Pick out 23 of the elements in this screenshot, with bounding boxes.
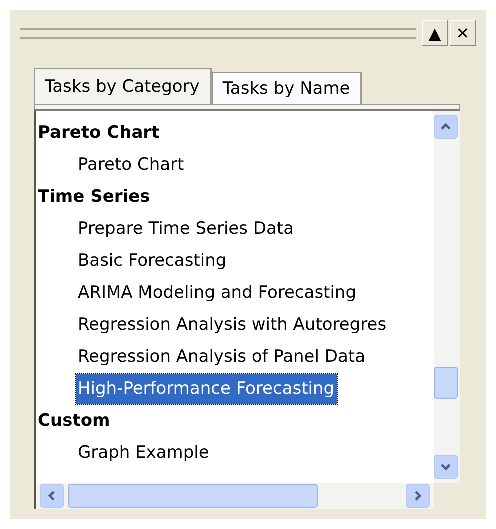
chevron-left-icon — [46, 490, 58, 502]
close-button[interactable]: ✕ — [450, 20, 476, 46]
vertical-scrollbar[interactable] — [434, 111, 460, 483]
tab[interactable]: Tasks by Category — [34, 68, 212, 104]
task-item[interactable]: Pareto Chart — [76, 150, 186, 180]
horizontal-scrollbar[interactable] — [36, 483, 434, 509]
category-heading[interactable]: Custom — [36, 405, 434, 437]
task-item[interactable]: ARIMA Modeling and Forecasting — [76, 278, 358, 308]
task-item[interactable]: Prepare Time Series Data — [76, 214, 296, 244]
task-item[interactable]: Regression Analysis of Panel Data — [76, 342, 368, 372]
task-item[interactable]: Basic Forecasting — [76, 246, 229, 276]
drag-grip[interactable] — [20, 28, 416, 38]
scroll-thumb[interactable] — [68, 484, 318, 508]
category-heading[interactable]: Time Series — [36, 181, 434, 213]
tab[interactable]: Tasks by Name — [212, 72, 362, 104]
task-item[interactable]: Graph Example — [76, 438, 212, 468]
task-item[interactable]: High-Performance Forecasting — [76, 374, 337, 404]
task-item[interactable]: Regression Analysis with Autoregres — [76, 310, 389, 340]
scroll-thumb[interactable] — [434, 367, 458, 399]
category-heading[interactable]: Pareto Chart — [36, 117, 434, 149]
chevron-down-icon — [440, 461, 452, 473]
collapse-button[interactable]: ▲ — [422, 20, 448, 46]
chevron-right-icon — [412, 490, 424, 502]
